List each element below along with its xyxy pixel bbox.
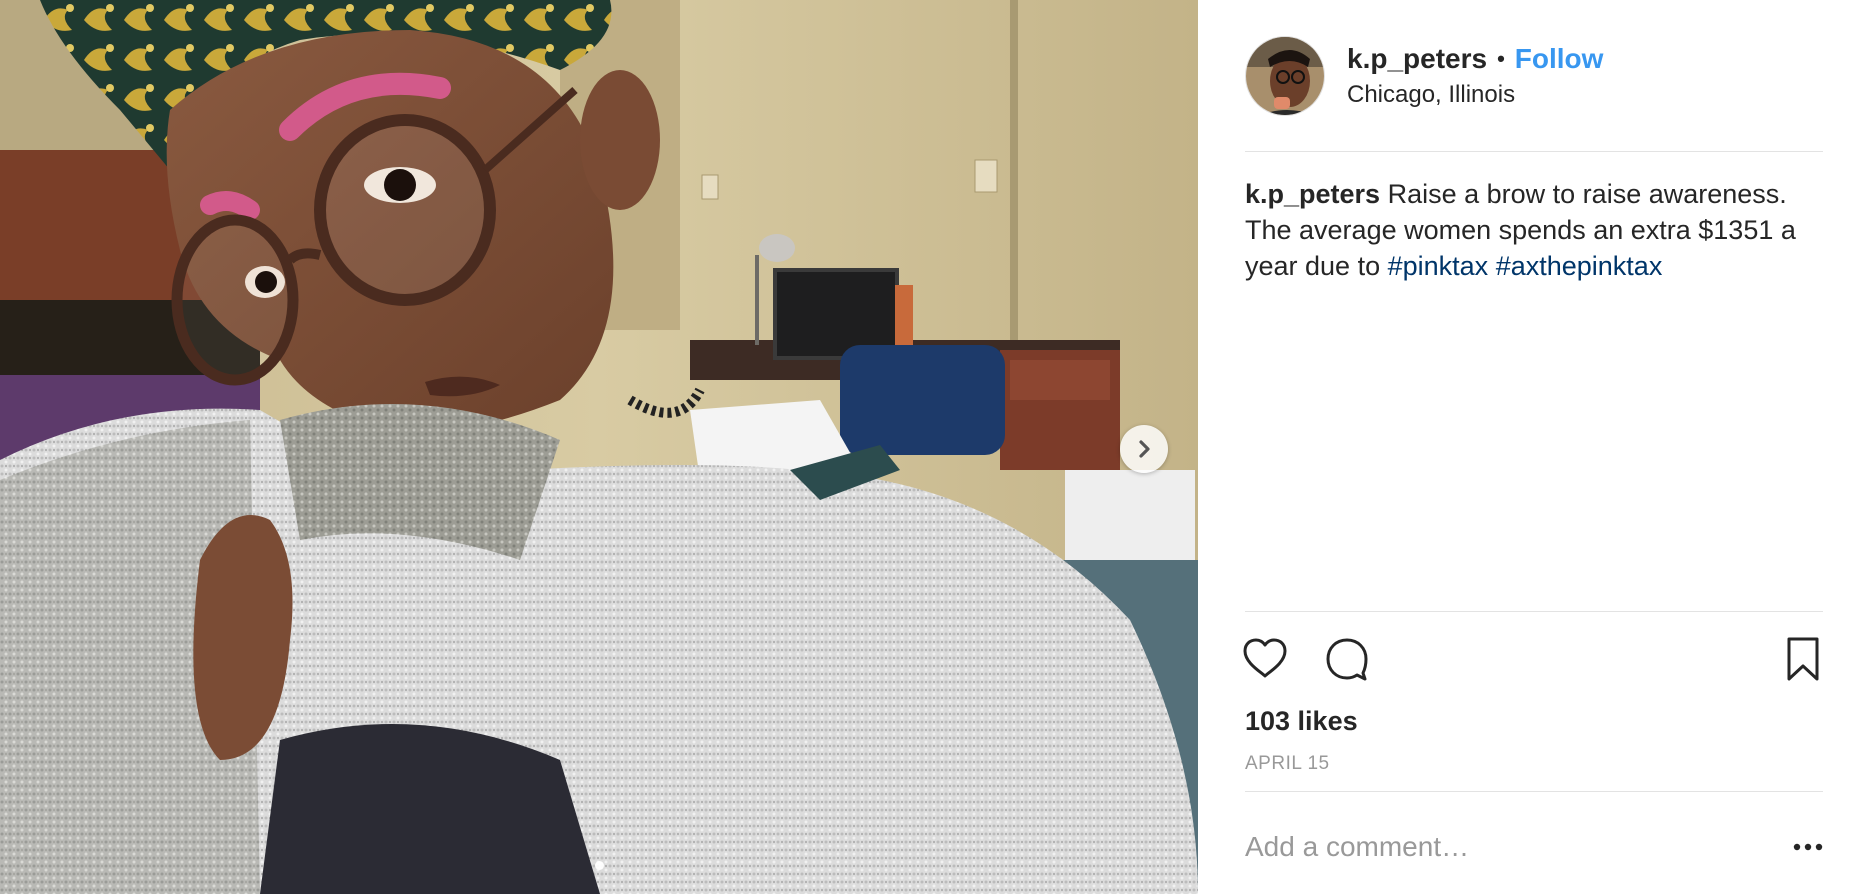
post-actions: 103 likes APRIL 15 [1243, 611, 1823, 894]
heart-icon [1243, 638, 1287, 678]
chevron-right-icon [1139, 440, 1150, 458]
next-photo-button[interactable] [1120, 425, 1168, 473]
ellipsis-icon [1793, 843, 1823, 851]
comment-bubble-icon [1326, 638, 1368, 681]
location-link[interactable]: Chicago, Illinois [1347, 80, 1603, 110]
likes-count[interactable]: 103 likes [1245, 704, 1823, 738]
avatar-image [1246, 37, 1324, 115]
post-header: k.p_peters • Follow Chicago, Illinois [1245, 0, 1823, 152]
post-media[interactable] [0, 0, 1198, 894]
like-button[interactable] [1239, 633, 1291, 685]
caption: k.p_peters Raise a brow to raise awarene… [1245, 152, 1823, 612]
hashtag-pinktax[interactable]: #pinktax [1388, 251, 1489, 281]
avatar[interactable] [1245, 36, 1325, 116]
separator-dot: • [1497, 46, 1505, 71]
post-photo [0, 0, 1198, 894]
save-button[interactable] [1777, 633, 1829, 685]
caption-username[interactable]: k.p_peters [1245, 179, 1380, 209]
instagram-post: k.p_peters • Follow Chicago, Illinois k.… [0, 0, 1864, 894]
hashtag-axthepinktax[interactable]: #axthepinktax [1496, 251, 1663, 281]
carousel-indicator [0, 861, 1198, 870]
action-bar [1243, 612, 1823, 704]
comment-input[interactable] [1245, 831, 1783, 863]
post-date[interactable]: APRIL 15 [1245, 752, 1823, 792]
bookmark-icon [1787, 637, 1819, 681]
post-side-panel: k.p_peters • Follow Chicago, Illinois k.… [1198, 0, 1864, 894]
comment-button[interactable] [1321, 633, 1373, 685]
more-options-button[interactable] [1783, 832, 1823, 862]
username-link[interactable]: k.p_peters [1347, 42, 1487, 76]
comment-box [1245, 792, 1823, 894]
follow-button[interactable]: Follow [1515, 42, 1604, 76]
carousel-dot-active [594, 861, 604, 870]
